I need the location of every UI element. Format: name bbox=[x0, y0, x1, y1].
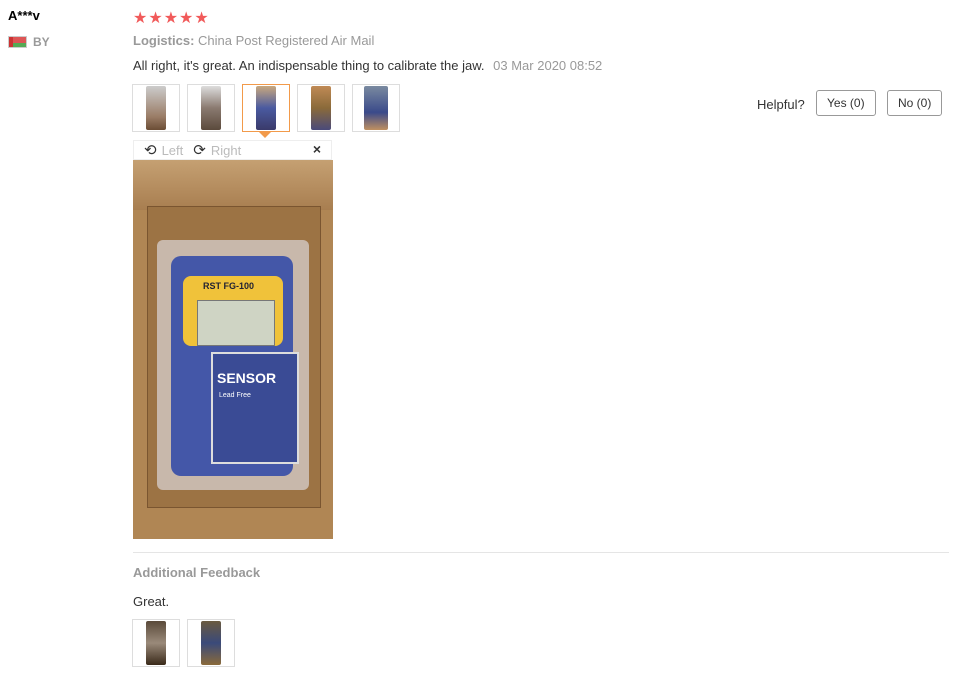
review-thumbnails bbox=[132, 84, 407, 132]
review-image-large[interactable]: RST FG-100 SENSOR Lead Free bbox=[133, 160, 333, 539]
review-date: 03 Mar 2020 08:52 bbox=[493, 58, 603, 73]
review-thumbnail[interactable] bbox=[352, 84, 400, 132]
helpful-label: Helpful? bbox=[757, 97, 805, 112]
product-brand-text: SENSOR bbox=[217, 370, 277, 386]
review-thumbnail[interactable] bbox=[132, 84, 180, 132]
review-thumbnail-selected[interactable] bbox=[242, 84, 290, 132]
review-thumbnail[interactable] bbox=[187, 84, 235, 132]
country-code: BY bbox=[33, 35, 50, 49]
review-thumbnail[interactable] bbox=[297, 84, 345, 132]
selected-thumb-indicator bbox=[259, 132, 271, 138]
review-text: All right, it's great. An indispensable … bbox=[133, 58, 602, 73]
close-icon[interactable]: × bbox=[313, 141, 321, 157]
rotate-right-button[interactable]: ⟳ Right bbox=[193, 141, 241, 159]
rotate-right-label: Right bbox=[210, 142, 242, 158]
additional-thumbnails bbox=[132, 619, 242, 667]
country: BY bbox=[8, 35, 50, 49]
divider bbox=[133, 552, 949, 553]
review-body: All right, it's great. An indispensable … bbox=[133, 58, 485, 73]
logistics-info: Logistics: China Post Registered Air Mai… bbox=[133, 33, 374, 48]
logistics-value: China Post Registered Air Mail bbox=[198, 33, 375, 48]
user-name: A***v bbox=[8, 8, 40, 23]
additional-feedback-text: Great. bbox=[133, 594, 170, 609]
image-viewer-toolbar: ⟲ Left ⟳ Right × bbox=[133, 140, 332, 160]
flag-icon bbox=[8, 36, 27, 48]
product-sub-text: Lead Free bbox=[219, 392, 251, 399]
helpful-yes-button[interactable]: Yes (0) bbox=[816, 90, 876, 116]
rating-stars: ★★★★★ bbox=[133, 10, 210, 27]
additional-thumbnail[interactable] bbox=[132, 619, 180, 667]
rotate-right-icon: ⟳ bbox=[193, 142, 206, 159]
helpful-no-button[interactable]: No (0) bbox=[887, 90, 943, 116]
additional-feedback-label: Additional Feedback bbox=[133, 565, 261, 580]
rotate-left-button[interactable]: ⟲ Left bbox=[144, 141, 183, 159]
product-model-text: RST FG-100 bbox=[203, 281, 255, 291]
rotate-left-icon: ⟲ bbox=[144, 142, 157, 159]
rotate-left-label: Left bbox=[161, 142, 184, 158]
additional-thumbnail[interactable] bbox=[187, 619, 235, 667]
logistics-label: Logistics: bbox=[133, 33, 195, 48]
